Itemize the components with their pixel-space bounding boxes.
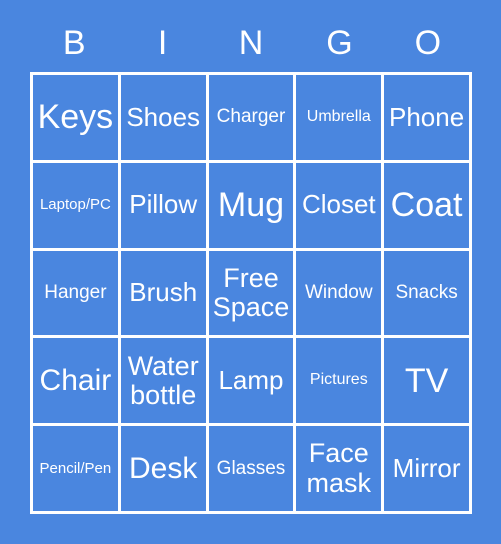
bingo-cell[interactable]: Keys xyxy=(33,75,121,163)
bingo-cell[interactable]: Water bottle xyxy=(120,338,209,427)
bingo-cell-label: Glasses xyxy=(216,457,286,479)
bingo-cell[interactable]: Coat xyxy=(384,162,472,251)
bingo-cell-label: Shoes xyxy=(126,101,201,132)
bingo-cell-label: Lamp xyxy=(218,365,284,396)
bingo-cell-label: Window xyxy=(305,281,373,303)
bingo-cell-label: Laptop/PC xyxy=(39,196,111,214)
bingo-cell[interactable]: Snacks xyxy=(384,250,472,339)
bingo-cell[interactable]: Charger xyxy=(208,75,297,163)
bingo-cell[interactable]: Face mask xyxy=(296,426,385,514)
bingo-cell[interactable]: TV xyxy=(384,338,472,427)
bingo-cell[interactable]: Shoes xyxy=(120,75,209,163)
bingo-cell-label: Water bottle xyxy=(127,350,199,410)
bingo-cell[interactable]: Lamp xyxy=(208,338,297,427)
bingo-cell[interactable]: Hanger xyxy=(33,250,121,339)
bingo-cell[interactable]: Umbrella xyxy=(296,75,385,163)
bingo-cell-label: Closet xyxy=(301,189,376,220)
bingo-header-letter-g: G xyxy=(326,24,353,62)
bingo-cell-label: Snacks xyxy=(395,281,458,303)
bingo-cell-label: Pictures xyxy=(309,371,368,389)
bingo-cell-label: Pillow xyxy=(129,189,198,220)
bingo-header-letter-o: O xyxy=(414,24,442,62)
bingo-header-letter-n: N xyxy=(238,24,264,62)
bingo-cell-label: Coat xyxy=(390,186,463,225)
bingo-cell[interactable]: Brush xyxy=(120,250,209,339)
bingo-cell[interactable]: Glasses xyxy=(208,426,297,514)
bingo-cell[interactable]: Pictures xyxy=(296,338,385,427)
bingo-cell-label: Hanger xyxy=(44,281,107,303)
bingo-cell[interactable]: Desk xyxy=(120,426,209,514)
bingo-cell-label: Desk xyxy=(129,451,198,485)
bingo-header-letter-b: B xyxy=(62,24,86,62)
bingo-cell[interactable]: Laptop/PC xyxy=(33,162,121,251)
bingo-cell-label: Umbrella xyxy=(306,107,371,125)
bingo-cell[interactable]: Chair xyxy=(33,338,121,427)
bingo-cell-label: Mug xyxy=(217,186,285,225)
bingo-cell[interactable]: Phone xyxy=(384,75,472,163)
bingo-cell[interactable]: Mug xyxy=(208,162,297,251)
bingo-header-letter-i: I xyxy=(157,24,168,62)
bingo-cell[interactable]: Mirror xyxy=(384,426,472,514)
bingo-cell-label: Mirror xyxy=(392,452,461,483)
bingo-cell-label: Pencil/Pen xyxy=(39,459,112,477)
bingo-cell-label: Keys xyxy=(37,98,114,137)
bingo-header: B I N G O xyxy=(30,20,472,66)
bingo-cell[interactable]: Window xyxy=(296,250,385,339)
bingo-cell-label: Charger xyxy=(216,106,286,128)
bingo-cell-label: Free Space xyxy=(212,262,290,322)
bingo-card: B I N G O Keys Shoes Charger Umbrella Ph… xyxy=(0,0,501,544)
bingo-cell-label: Phone xyxy=(389,101,465,132)
bingo-cell-label: Brush xyxy=(129,277,198,308)
bingo-cell[interactable]: Pencil/Pen xyxy=(33,426,121,514)
bingo-cell-free-space[interactable]: Free Space xyxy=(208,250,297,339)
bingo-cell-label: TV xyxy=(404,361,449,400)
bingo-cell[interactable]: Pillow xyxy=(120,162,209,251)
bingo-cell[interactable]: Closet xyxy=(296,162,385,251)
bingo-cell-label: Face mask xyxy=(306,438,372,498)
bingo-grid: Keys Shoes Charger Umbrella Phone Laptop… xyxy=(30,72,472,514)
bingo-cell-label: Chair xyxy=(39,363,112,397)
